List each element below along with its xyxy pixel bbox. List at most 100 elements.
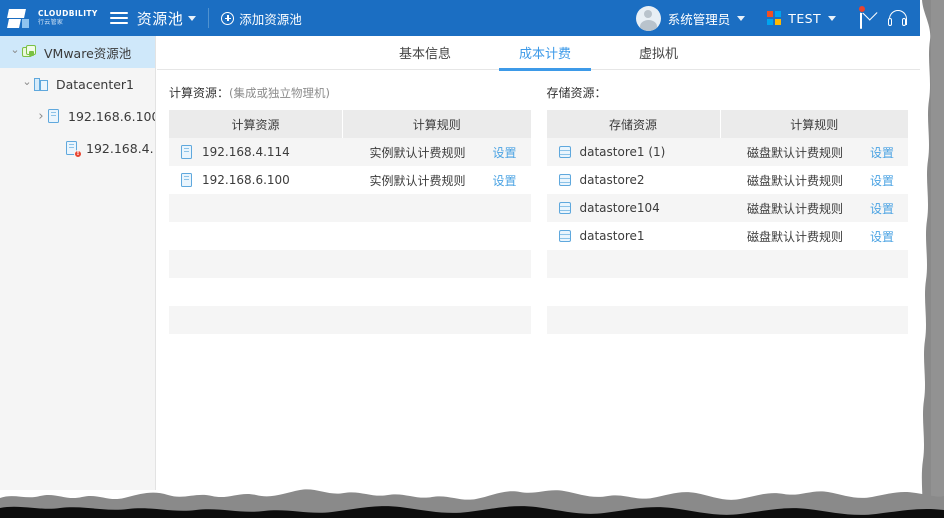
- content-area: 基本信息 成本计费 虚拟机 计算资源：(集成或独立物理机) 计算资源: [157, 36, 920, 490]
- settings-link[interactable]: 设置: [870, 228, 894, 245]
- rule-label: 磁盘默认计费规则: [720, 200, 870, 217]
- cell-rule: 磁盘默认计费规则设置: [720, 222, 908, 250]
- table-row-empty: [169, 250, 531, 278]
- tenant-menu[interactable]: TEST: [767, 11, 836, 26]
- host-icon: [66, 141, 79, 156]
- cell-rule: 磁盘默认计费规则设置: [720, 166, 908, 194]
- chevron-down-icon[interactable]: [8, 46, 22, 58]
- page-title-dropdown[interactable]: 资源池: [137, 8, 197, 29]
- datastore-icon: [559, 229, 572, 243]
- datastore-icon: [559, 201, 572, 215]
- storage-caption-text: 存储资源：: [547, 86, 607, 100]
- datastore-icon: [559, 145, 572, 159]
- table-row: 192.168.4.114实例默认计费规则设置: [169, 138, 531, 166]
- datastore-icon: [559, 173, 572, 187]
- cell-empty: [343, 222, 531, 250]
- notification-badge: [858, 5, 866, 13]
- column-header-storage-rule: 计算规则: [720, 110, 908, 138]
- user-menu[interactable]: 系统管理员: [636, 6, 746, 31]
- tab-bar: 基本信息 成本计费 虚拟机: [157, 36, 920, 70]
- cell-empty: [169, 250, 343, 278]
- chevron-down-icon: [737, 16, 745, 21]
- settings-link[interactable]: 设置: [870, 200, 894, 217]
- tree-item-VMware资源池[interactable]: VMware资源池: [0, 36, 155, 68]
- cell-resource-name: 192.168.6.100: [169, 166, 343, 194]
- table-row-empty: [547, 306, 909, 334]
- cell-rule: 磁盘默认计费规则设置: [720, 138, 908, 166]
- table-row-empty: [169, 194, 531, 222]
- tab-virtual-machines[interactable]: 虚拟机: [633, 36, 684, 70]
- cloudbility-logo-icon: [8, 9, 34, 28]
- compute-panel-caption: 计算资源：(集成或独立物理机): [169, 84, 531, 101]
- cell-rule: 实例默认计费规则设置: [343, 138, 531, 166]
- resource-tree-sidebar: VMware资源池 Datacenter1 192.168.6.100 192.168…: [0, 36, 156, 490]
- column-header-compute-resource: 计算资源: [169, 110, 343, 138]
- cell-empty: [169, 278, 343, 306]
- host-icon: [181, 173, 194, 188]
- page-title: 资源池: [137, 8, 184, 29]
- grid-squares-icon: [767, 11, 781, 25]
- product-logo[interactable]: CLOUDBILITY 行云管家: [8, 9, 98, 28]
- header-divider: [208, 8, 209, 28]
- cell-resource-name: 192.168.4.114: [169, 138, 343, 166]
- tree-item-Datacenter1[interactable]: Datacenter1: [0, 68, 155, 100]
- table-row: datastore1 (1) 磁盘默认计费规则设置: [547, 138, 909, 166]
- tab-basic-info[interactable]: 基本信息: [393, 36, 457, 70]
- settings-link[interactable]: 设置: [870, 172, 894, 189]
- cell-empty: [720, 334, 908, 362]
- table-row-empty: [169, 306, 531, 334]
- resource-name-label: datastore104: [580, 201, 660, 215]
- compute-resource-table: 计算资源 计算规则 192.168.4.114实例默认计费规则设置192.168…: [169, 110, 531, 362]
- table-row: datastore1磁盘默认计费规则设置: [547, 222, 909, 250]
- cell-empty: [547, 334, 721, 362]
- cell-empty: [169, 222, 343, 250]
- table-header-row: 计算资源 计算规则: [169, 110, 531, 138]
- tree-item-label: VMware资源池: [44, 43, 131, 62]
- table-row-empty: [169, 334, 531, 362]
- tree-item-label: 192.168.6.100: [68, 109, 156, 124]
- table-row-empty: [169, 278, 531, 306]
- cell-empty: [720, 278, 908, 306]
- error-badge: [74, 150, 82, 158]
- hamburger-icon[interactable]: [110, 9, 128, 27]
- settings-link[interactable]: 设置: [492, 172, 516, 189]
- tree-item-192.168.6.100[interactable]: 192.168.6.100: [0, 100, 155, 132]
- messages-button[interactable]: [860, 9, 862, 28]
- cell-empty: [169, 334, 343, 362]
- cell-rule: 磁盘默认计费规则设置: [720, 194, 908, 222]
- table-row: 192.168.6.100实例默认计费规则设置: [169, 166, 531, 194]
- cell-empty: [343, 306, 531, 334]
- cell-empty: [343, 250, 531, 278]
- cell-empty: [169, 306, 343, 334]
- rule-label: 实例默认计费规则: [343, 172, 493, 189]
- cell-empty: [343, 278, 531, 306]
- add-resource-pool-button[interactable]: 添加资源池: [221, 9, 302, 28]
- application-window: CLOUDBILITY 行云管家 资源池 添加资源池 系统管理员: [0, 0, 944, 518]
- chevron-down-icon[interactable]: [20, 78, 34, 90]
- resource-name-label: datastore2: [580, 173, 645, 187]
- logo-subtitle: 行云管家: [38, 20, 98, 26]
- tab-cost-billing[interactable]: 成本计费: [513, 36, 577, 70]
- add-resource-pool-label: 添加资源池: [239, 9, 302, 28]
- table-row: datastore2 磁盘默认计费规则设置: [547, 166, 909, 194]
- cell-empty: [547, 306, 721, 334]
- cell-empty: [720, 250, 908, 278]
- column-header-compute-rule: 计算规则: [343, 110, 531, 138]
- host-icon: [181, 145, 194, 160]
- resource-name-label: datastore1 (1): [580, 145, 666, 159]
- settings-link[interactable]: 设置: [870, 144, 894, 161]
- support-headset-icon[interactable]: [888, 10, 906, 26]
- settings-link[interactable]: 设置: [492, 144, 516, 161]
- tree-item-label: Datacenter1: [56, 77, 134, 92]
- table-header-row: 存储资源 计算规则: [547, 110, 909, 138]
- chevron-right-icon[interactable]: [34, 110, 48, 123]
- logo-title: CLOUDBILITY: [38, 10, 98, 18]
- cell-resource-name: datastore1: [547, 222, 721, 250]
- cell-empty: [547, 278, 721, 306]
- table-row-empty: [547, 278, 909, 306]
- table-row-empty: [169, 222, 531, 250]
- tree-item-192.168.4.114[interactable]: 192.168.4.114: [0, 132, 155, 164]
- rule-label: 实例默认计费规则: [343, 144, 493, 161]
- plus-circle-icon: [221, 12, 234, 25]
- cell-empty: [720, 306, 908, 334]
